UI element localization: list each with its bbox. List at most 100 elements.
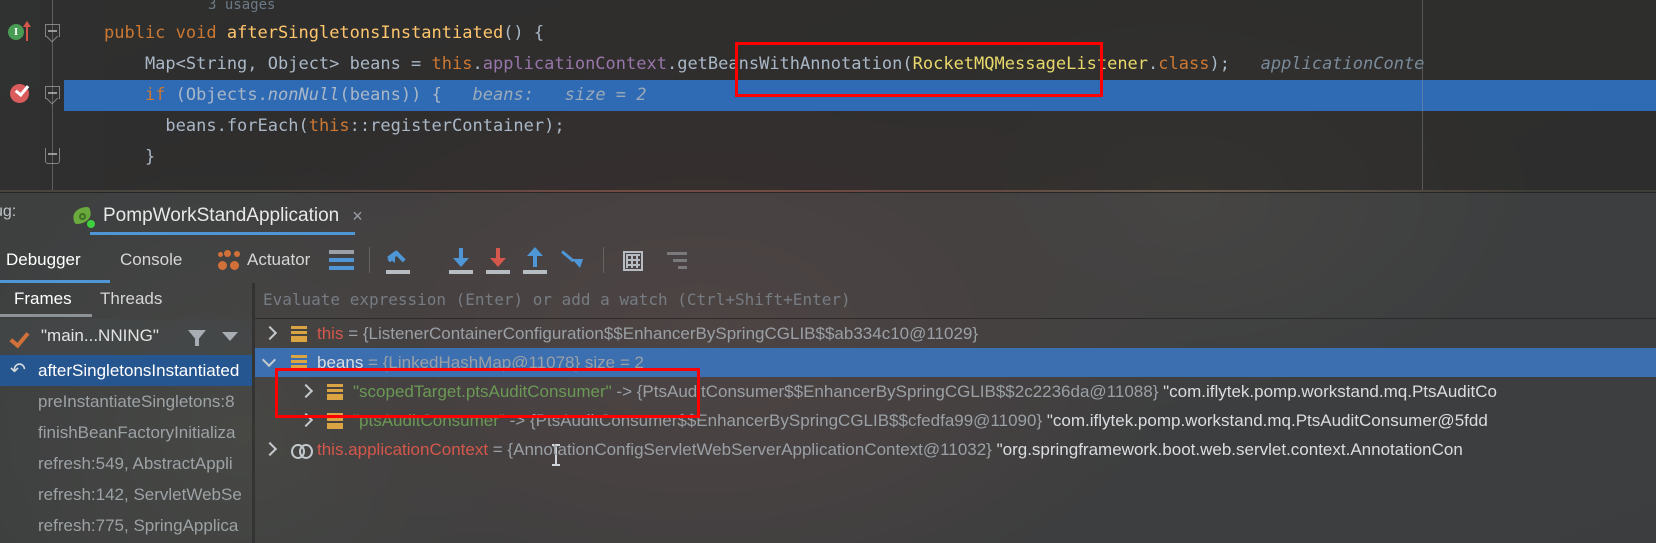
frame-list-item[interactable]: finishBeanFactoryInitializa — [0, 417, 252, 448]
filter-icon[interactable] — [188, 330, 206, 346]
variable-operator: = — [488, 440, 508, 459]
debugger-toolbar: Debugger Console Actuator — [0, 237, 1656, 283]
thread-selector[interactable]: "main...NNING" — [0, 319, 252, 355]
code-token: applicationContext — [482, 54, 667, 74]
code-token: (beans)) { — [339, 85, 442, 105]
code-token: . — [1148, 54, 1159, 74]
code-token: (Objects. — [175, 85, 268, 105]
debug-window-label: ug: — [0, 203, 17, 220]
stack-frame-icon — [327, 413, 343, 429]
run-method-marker[interactable]: I — [8, 21, 38, 42]
chain-icon — [291, 444, 313, 459]
override-marker-icon[interactable]: I — [8, 24, 24, 40]
run-tab-label: PompWorkStandApplication — [103, 205, 340, 226]
layout-settings-icon[interactable] — [326, 247, 356, 275]
frames-threads-tabs: Frames Threads — [0, 283, 252, 319]
frame-list-item[interactable]: refresh:775, SpringApplica — [0, 510, 252, 541]
chevron-down-icon[interactable] — [222, 332, 238, 341]
tab-frames[interactable]: Frames — [0, 289, 92, 317]
variable-name: this — [317, 324, 344, 343]
evaluate-expression-bar[interactable]: Evaluate expression (Enter) or add a wat… — [255, 283, 1656, 319]
code-token: getBeansWithAnnotation — [677, 54, 903, 74]
frame-list-item[interactable]: preInstantiateSingletons:8 — [0, 386, 252, 417]
variable-name: "scopedTarget.ptsAuditConsumer" — [353, 382, 612, 401]
mute-breakpoints-icon[interactable] — [660, 247, 690, 275]
tab-debugger[interactable]: Debugger — [0, 245, 110, 283]
code-text-area[interactable]: 3 usages public void afterSingletonsInst… — [104, 0, 1656, 190]
debug-tool-window: ug: PompWorkStandApplication × Debugger … — [0, 192, 1656, 543]
variable-operator: = — [343, 324, 363, 343]
code-token: public — [104, 23, 176, 43]
return-arrow-icon: ↶ — [10, 360, 26, 381]
frame-list-item[interactable]: ↶ afterSingletonsInstantiated — [0, 355, 252, 386]
step-out-icon[interactable] — [520, 247, 550, 275]
tab-actuator[interactable]: Actuator — [218, 245, 310, 275]
run-tab-underline — [90, 232, 355, 235]
variable-row[interactable]: "scopedTarget.ptsAuditConsumer" -> {PtsA… — [255, 377, 1656, 406]
chevron-right-icon[interactable] — [263, 443, 277, 457]
tab-threads[interactable]: Threads — [100, 289, 162, 309]
thread-name: "main...NNING" — [41, 326, 159, 345]
toolbar-separator-2 — [603, 247, 604, 273]
variable-value: {PtsAuditConsumer$$EnhancerBySpringCGLIB… — [529, 411, 1043, 430]
tab-frames-underline — [0, 314, 92, 317]
variable-row[interactable]: this = {ListenerContainerConfiguration$$… — [255, 319, 1656, 348]
frame-list-item[interactable]: refresh:549, AbstractAppli — [0, 448, 252, 479]
frame-label: finishBeanFactoryInitializa — [38, 423, 236, 442]
code-token: this — [308, 116, 350, 136]
tab-console[interactable]: Console — [120, 245, 182, 275]
frame-label: refresh:142, ServletWebSe — [38, 485, 242, 504]
tab-frames-label: Frames — [14, 289, 72, 308]
run-tab-pomp-work-stand-application[interactable]: PompWorkStandApplication × — [62, 197, 373, 235]
toolbar-separator-1 — [369, 247, 370, 273]
step-over-icon[interactable] — [383, 247, 413, 275]
tab-threads-label: Threads — [100, 289, 163, 308]
implementing-method-arrow-icon[interactable] — [23, 21, 31, 41]
breakpoint-verified-icon[interactable] — [10, 83, 32, 105]
frames-list[interactable]: ↶ afterSingletonsInstantiated preInstantia… — [0, 355, 252, 543]
variable-name: this.applicationContext — [317, 440, 489, 459]
force-step-into-icon[interactable] — [483, 247, 513, 275]
frame-label: refresh:549, AbstractAppli — [38, 454, 233, 473]
variable-row[interactable]: this.applicationContext = {AnnotationCon… — [255, 435, 1656, 464]
variable-value: {PtsAuditConsumer$$EnhancerBySpringCGLIB… — [636, 382, 1159, 401]
fold-region-inner-icon[interactable] — [45, 86, 60, 99]
code-token: . — [666, 54, 678, 74]
tab-debugger-label: Debugger — [6, 250, 81, 269]
variables-tree[interactable]: this = {ListenerContainerConfiguration$$… — [255, 319, 1656, 543]
variable-value: {ListenerContainerConfiguration$$Enhance… — [362, 324, 979, 343]
code-token: beans: size = 2 — [441, 85, 647, 105]
fold-region-end-icon[interactable] — [45, 148, 60, 164]
run-to-cursor-icon[interactable] — [556, 247, 586, 275]
close-icon[interactable]: × — [352, 206, 363, 227]
variable-text: beans = {LinkedHashMap@11078} size = 2 — [317, 353, 644, 372]
code-token: Map<String, Object> beans = — [104, 54, 432, 74]
chevron-right-icon[interactable] — [263, 327, 277, 341]
chevron-right-icon[interactable] — [299, 414, 313, 428]
code-token: nonNull — [267, 85, 340, 105]
stack-frame-icon — [291, 355, 307, 371]
chevron-right-icon[interactable] — [299, 385, 313, 399]
ide-window: I 3 usages public void afterSingletonsIn… — [0, 0, 1656, 543]
variable-to-string: "com.iflytek.pomp.workstand.mq.PtsAuditC… — [1158, 382, 1497, 401]
fold-region-start-icon[interactable] — [45, 24, 60, 37]
variable-text: "ptsAuditConsumer" -> {PtsAuditConsumer$… — [353, 411, 1488, 430]
variable-row[interactable]: beans = {LinkedHashMap@11078} size = 2 — [255, 348, 1656, 377]
variable-text: this.applicationContext = {AnnotationCon… — [317, 440, 1463, 459]
code-token: class — [1158, 54, 1210, 74]
step-into-icon[interactable] — [446, 247, 476, 275]
frame-label: refresh:775, SpringApplica — [38, 516, 239, 535]
evaluate-expression-icon[interactable] — [617, 247, 647, 275]
frame-list-item[interactable]: refresh:142, ServletWebSe — [0, 479, 252, 510]
tab-actuator-label: Actuator — [247, 250, 311, 269]
variable-row[interactable]: "ptsAuditConsumer" -> {PtsAuditConsumer$… — [255, 406, 1656, 435]
code-editor[interactable]: I 3 usages public void afterSingletonsIn… — [0, 0, 1656, 190]
code-line-5: } — [104, 142, 1656, 173]
variable-operator: -> — [611, 382, 637, 401]
variable-value: {AnnotationConfigServletWebServerApplica… — [507, 440, 992, 459]
code-token: ); — [1209, 54, 1230, 74]
chevron-down-icon[interactable] — [263, 356, 277, 370]
usages-inlay-hint[interactable]: 3 usages — [208, 0, 275, 19]
variable-text: this = {ListenerContainerConfiguration$$… — [317, 324, 978, 343]
